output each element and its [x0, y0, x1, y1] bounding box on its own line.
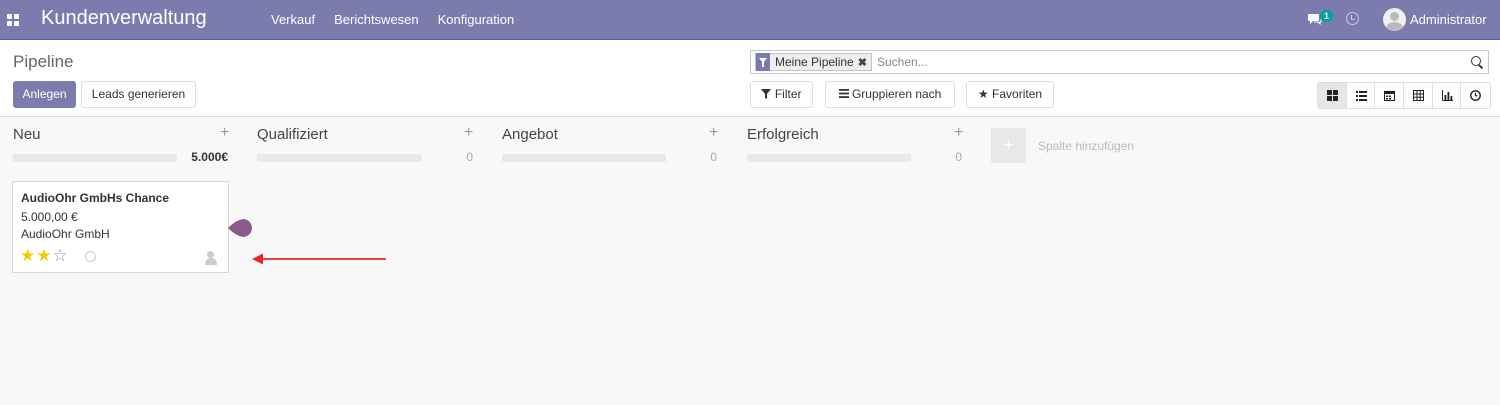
- list-icon: [1355, 91, 1367, 101]
- quick-create-icon[interactable]: +: [464, 124, 473, 142]
- star-empty-icon[interactable]: ☆: [52, 246, 68, 265]
- graph-view-button[interactable]: [1432, 83, 1462, 108]
- kanban-card[interactable]: AudioOhr GmbHs Chance 5.000,00 € AudioOh…: [12, 181, 229, 273]
- column-title: Angebot: [502, 126, 558, 143]
- group-by-button[interactable]: Gruppieren nach: [825, 81, 955, 108]
- activity-clock-icon[interactable]: [85, 251, 96, 262]
- filter-button[interactable]: Filter: [750, 81, 813, 108]
- filter-icon: [761, 89, 772, 99]
- chat-badge: 1: [1320, 10, 1334, 22]
- kanban-icon: [1327, 90, 1338, 101]
- user-avatar[interactable]: [1383, 8, 1406, 31]
- drop-marker-icon: [228, 219, 252, 237]
- column-progressbar[interactable]: [747, 154, 911, 162]
- column-progressbar[interactable]: [502, 154, 666, 162]
- pivot-icon: [1413, 90, 1425, 101]
- app-title: Kundenverwaltung: [41, 7, 207, 29]
- column-sum: 0: [710, 150, 717, 164]
- create-button[interactable]: Anlegen: [13, 81, 76, 108]
- add-column-label[interactable]: Spalte hinzufügen: [1038, 139, 1134, 153]
- graph-icon: [1441, 90, 1453, 101]
- page-title: Pipeline: [13, 52, 74, 71]
- priority-stars[interactable]: ★★☆: [20, 247, 69, 264]
- column-sum: 0: [955, 150, 962, 164]
- activity-icon: [1470, 90, 1482, 101]
- top-menu: Verkauf Berichtswesen Konfiguration: [271, 12, 533, 27]
- filter-label: Filter: [774, 87, 802, 101]
- menu-item-berichtswesen[interactable]: Berichtswesen: [334, 12, 419, 27]
- generate-leads-button[interactable]: Leads generieren: [81, 81, 196, 108]
- assignee-avatar-icon[interactable]: [204, 251, 218, 265]
- quick-create-icon[interactable]: +: [220, 124, 229, 142]
- calendar-view-button[interactable]: [1375, 83, 1405, 108]
- list-lines-icon: [838, 89, 849, 98]
- search-bar[interactable]: Meine Pipeline ✖ Suchen...: [750, 50, 1489, 74]
- facet-label: Meine Pipeline: [775, 55, 854, 69]
- card-partner: AudioOhr GmbH: [21, 227, 110, 241]
- add-column-button[interactable]: +: [991, 128, 1026, 163]
- menu-item-konfiguration[interactable]: Konfiguration: [438, 12, 515, 27]
- column-sum: 5.000€: [191, 150, 228, 164]
- star-icon: ★: [977, 87, 989, 101]
- close-icon[interactable]: ✖: [858, 56, 871, 69]
- list-view-button[interactable]: [1346, 83, 1376, 108]
- column-progressbar[interactable]: [13, 154, 177, 162]
- column-sum: 0: [466, 150, 473, 164]
- kanban-view-button[interactable]: [1318, 83, 1347, 108]
- search-icon[interactable]: [1471, 56, 1481, 66]
- quick-create-icon[interactable]: +: [709, 124, 718, 142]
- quick-create-icon[interactable]: +: [954, 124, 963, 142]
- annotation-arrow-icon: [252, 253, 386, 265]
- control-panel: Pipeline Anlegen Leads generieren Meine …: [0, 40, 1500, 117]
- column-progressbar[interactable]: [257, 154, 422, 162]
- user-name[interactable]: Administrator: [1410, 12, 1487, 27]
- apps-menu-icon[interactable]: [7, 14, 19, 26]
- card-title: AudioOhr GmbHs Chance: [21, 191, 170, 205]
- top-navbar: Kundenverwaltung Verkauf Berichtswesen K…: [0, 0, 1500, 40]
- search-facet: Meine Pipeline ✖: [755, 53, 872, 71]
- favorites-button[interactable]: ★ Favoriten: [966, 81, 1054, 108]
- menu-item-verkauf[interactable]: Verkauf: [271, 12, 315, 27]
- calendar-icon: [1384, 91, 1396, 101]
- search-input[interactable]: Suchen...: [877, 55, 928, 69]
- activity-clock-icon[interactable]: [1346, 12, 1359, 25]
- group-by-label: Gruppieren nach: [851, 87, 942, 101]
- activity-view-button[interactable]: [1461, 83, 1491, 108]
- card-amount: 5.000,00 €: [21, 210, 78, 224]
- column-title: Erfolgreich: [747, 126, 819, 143]
- favorites-label: Favoriten: [992, 87, 1043, 101]
- pivot-view-button[interactable]: [1404, 83, 1433, 108]
- column-title: Neu: [13, 126, 41, 143]
- view-switcher: [1317, 82, 1492, 109]
- column-title: Qualifiziert: [257, 126, 328, 143]
- star-filled-icon[interactable]: ★★: [20, 246, 52, 265]
- filter-icon: [756, 53, 770, 71]
